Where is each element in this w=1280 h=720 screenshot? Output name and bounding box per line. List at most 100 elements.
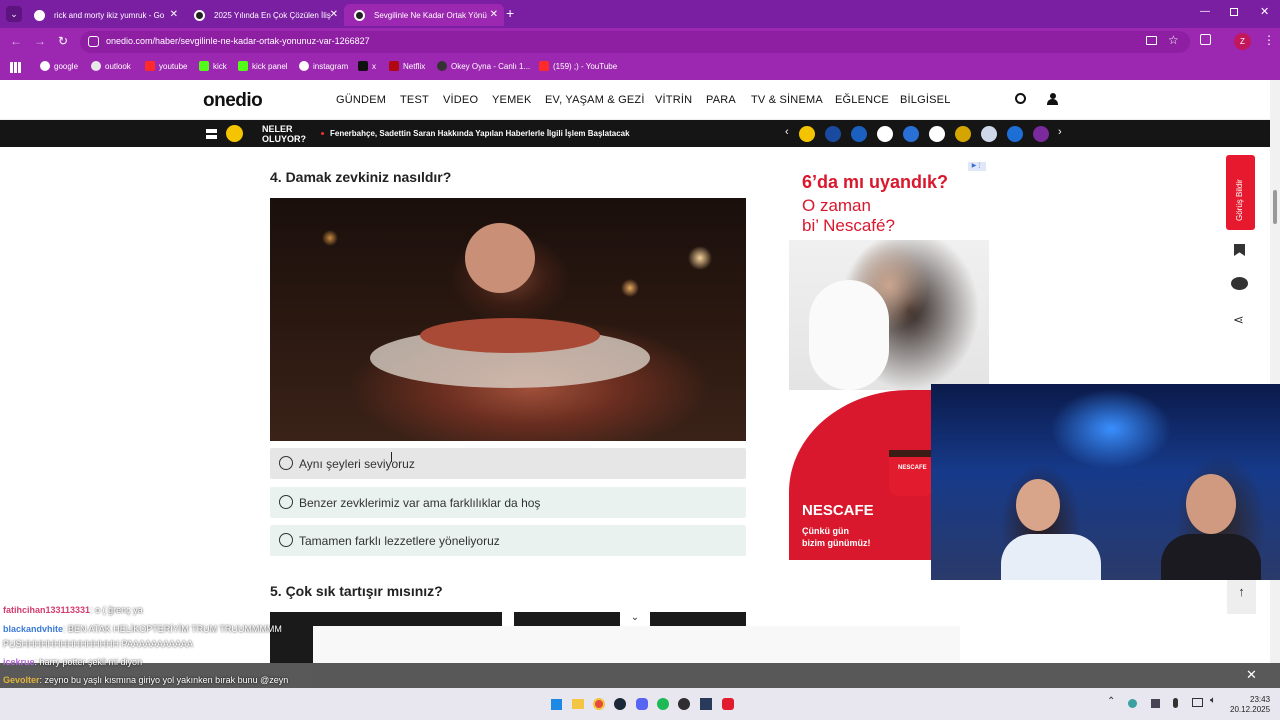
partner-logo-icon[interactable]: [851, 126, 867, 142]
tray-icon[interactable]: [1128, 699, 1137, 708]
app-icon[interactable]: [722, 698, 734, 710]
ticker-headline[interactable]: Fenerbahçe, Sadettin Saran Hakkında Yapı…: [330, 129, 630, 138]
browser-tab-active[interactable]: Sevgilinle Ne Kadar Ortak Yönü ✕: [344, 4, 504, 26]
partner-logo-icon[interactable]: [825, 126, 841, 142]
ticker-prev-icon[interactable]: ‹: [785, 126, 789, 138]
mouse-cursor-icon: [391, 452, 397, 462]
nav-para[interactable]: PARA: [706, 94, 736, 106]
volume-icon[interactable]: 🔈︎: [1210, 695, 1216, 706]
clock-date[interactable]: 20.12.2025: [1230, 705, 1270, 714]
obs-icon[interactable]: [678, 698, 690, 710]
steam-icon[interactable]: [614, 698, 626, 710]
reload-icon[interactable]: ↻: [58, 34, 68, 48]
nav-video[interactable]: VİDEO: [443, 94, 478, 106]
microphone-icon[interactable]: [1173, 698, 1178, 708]
tray-icon[interactable]: [1151, 699, 1160, 708]
partner-logo-icon[interactable]: [929, 126, 945, 142]
discord-icon[interactable]: [636, 698, 648, 710]
partner-logo-icon[interactable]: [1033, 126, 1049, 142]
network-icon[interactable]: [1192, 698, 1203, 707]
user-icon[interactable]: [1047, 93, 1058, 105]
ad-choices-icon[interactable]: ▶⋮: [968, 162, 986, 171]
browser-tab[interactable]: rick and morty ikiz yumruk - Go ✕: [24, 4, 184, 26]
tray-chevron-icon[interactable]: ⌃: [1107, 696, 1115, 707]
partner-logo-icon[interactable]: [799, 126, 815, 142]
onedio-logo[interactable]: onedio: [203, 90, 263, 112]
ad-slogan: bizim günümüz!: [802, 538, 871, 548]
bookmark-kick-panel[interactable]: kick panel: [238, 61, 288, 71]
bookmark-netflix[interactable]: Netflix: [389, 61, 425, 71]
minimize-button[interactable]: —: [1200, 6, 1210, 17]
profile-avatar[interactable]: Z: [1234, 33, 1251, 50]
partner-logo-icon[interactable]: [981, 126, 997, 142]
coffee-mug-icon: NESCAFE: [889, 450, 933, 496]
cast-icon[interactable]: [1146, 36, 1157, 45]
chat-message: PUSHHHHHHHHHHHHHHH PAAAAAAAAAAA: [3, 639, 193, 649]
ticker-dot: [321, 132, 324, 135]
bookmark-kick[interactable]: kick: [199, 61, 227, 71]
chat-message: blackandvhite: BEN ATAK HELİKOPTERİYİM T…: [3, 624, 282, 634]
bookmark-star-icon[interactable]: ☆: [1168, 33, 1179, 47]
feedback-button[interactable]: Görüş Bildir: [1226, 155, 1255, 230]
nav-eglence[interactable]: EĞLENCE: [835, 94, 889, 106]
site-header: onedio GÜNDEM TEST VİDEO YEMEK EV, YAŞAM…: [0, 80, 1270, 120]
radio-button[interactable]: [279, 533, 293, 547]
grid-menu-icon[interactable]: [206, 128, 217, 139]
restore-button[interactable]: [1230, 8, 1238, 16]
bookmark-youtube-159[interactable]: (159) ;) - YouTube: [539, 61, 617, 71]
forward-icon[interactable]: →: [34, 34, 46, 48]
bookmark-google[interactable]: google: [40, 61, 78, 71]
browser-tab[interactable]: 2025 Yılında En Çok Çözülen İliş ✕: [184, 4, 344, 26]
bookmark-instagram[interactable]: instagram: [299, 61, 348, 71]
bookmark-youtube[interactable]: youtube: [145, 61, 187, 71]
extensions-icon[interactable]: [1200, 34, 1211, 45]
ticker-next-icon[interactable]: ›: [1058, 126, 1062, 138]
tab-search-button[interactable]: ⌄: [6, 6, 22, 22]
chrome-icon[interactable]: [593, 698, 605, 710]
nav-vitrin[interactable]: VİTRİN: [655, 94, 692, 106]
start-icon[interactable]: [551, 699, 562, 710]
partner-logo-icon[interactable]: [1007, 126, 1023, 142]
share-icon[interactable]: ⋖: [1233, 312, 1244, 328]
clock-time[interactable]: 23:43: [1250, 695, 1270, 704]
sticky-ad-collapse-icon[interactable]: ⌄: [620, 612, 650, 626]
new-tab-button[interactable]: +: [506, 5, 514, 21]
menu-kebab-icon[interactable]: ⋮: [1263, 33, 1275, 47]
nav-yemek[interactable]: YEMEK: [492, 94, 532, 106]
answer-label: Tamamen farklı lezzetlere yöneliyoruz: [299, 533, 500, 548]
windows-taskbar: ⌃ 🔈︎ 23:43 20.12.2025: [0, 688, 1280, 720]
app-icon[interactable]: [700, 698, 712, 710]
nav-gundem[interactable]: GÜNDEM: [336, 94, 386, 106]
radio-button[interactable]: [279, 495, 293, 509]
close-tab-icon[interactable]: ✕: [330, 9, 338, 20]
close-tab-icon[interactable]: ✕: [170, 9, 178, 20]
nav-ev-yasam-gezi[interactable]: EV, YAŞAM & GEZİ: [545, 94, 645, 106]
bookmark-outlook[interactable]: outlook: [91, 61, 131, 71]
close-tab-icon[interactable]: ✕: [490, 9, 498, 20]
address-bar[interactable]: onedio.com/haber/sevgilinle-ne-kadar-ort…: [80, 31, 1190, 53]
spotify-icon[interactable]: [657, 698, 669, 710]
comments-icon[interactable]: [1231, 277, 1248, 290]
nav-bilgisel[interactable]: BİLGİSEL: [900, 94, 951, 106]
file-explorer-icon[interactable]: [572, 699, 584, 709]
site-info-icon[interactable]: [88, 36, 99, 47]
bookmark-okey[interactable]: Okey Oyna - Canlı 1...: [437, 61, 530, 71]
radio-button[interactable]: [279, 456, 293, 470]
nav-tv-sinema[interactable]: TV & SİNEMA: [751, 94, 823, 106]
answer-option[interactable]: Aynı şeyleri seviyoruz: [270, 448, 746, 479]
close-window-button[interactable]: ✕: [1260, 5, 1269, 18]
answer-option[interactable]: Benzer zevklerimiz var ama farklılıklar …: [270, 487, 746, 518]
partner-logo-icon[interactable]: [903, 126, 919, 142]
scrollbar-thumb[interactable]: [1273, 190, 1277, 224]
ticker-badge-icon: [226, 125, 243, 142]
back-icon[interactable]: ←: [10, 34, 22, 48]
partner-logo-icon[interactable]: [955, 126, 971, 142]
search-icon[interactable]: [1015, 93, 1026, 104]
bookmark-x[interactable]: x: [358, 61, 376, 71]
answer-option[interactable]: Tamamen farklı lezzetlere yöneliyoruz: [270, 525, 746, 556]
nav-test[interactable]: TEST: [400, 94, 429, 106]
sticky-ad-close-button[interactable]: ✕: [1246, 667, 1257, 683]
partner-logo-icon[interactable]: [877, 126, 893, 142]
apps-grid-icon[interactable]: [10, 62, 21, 73]
scroll-to-top-button[interactable]: ↑: [1227, 575, 1256, 614]
